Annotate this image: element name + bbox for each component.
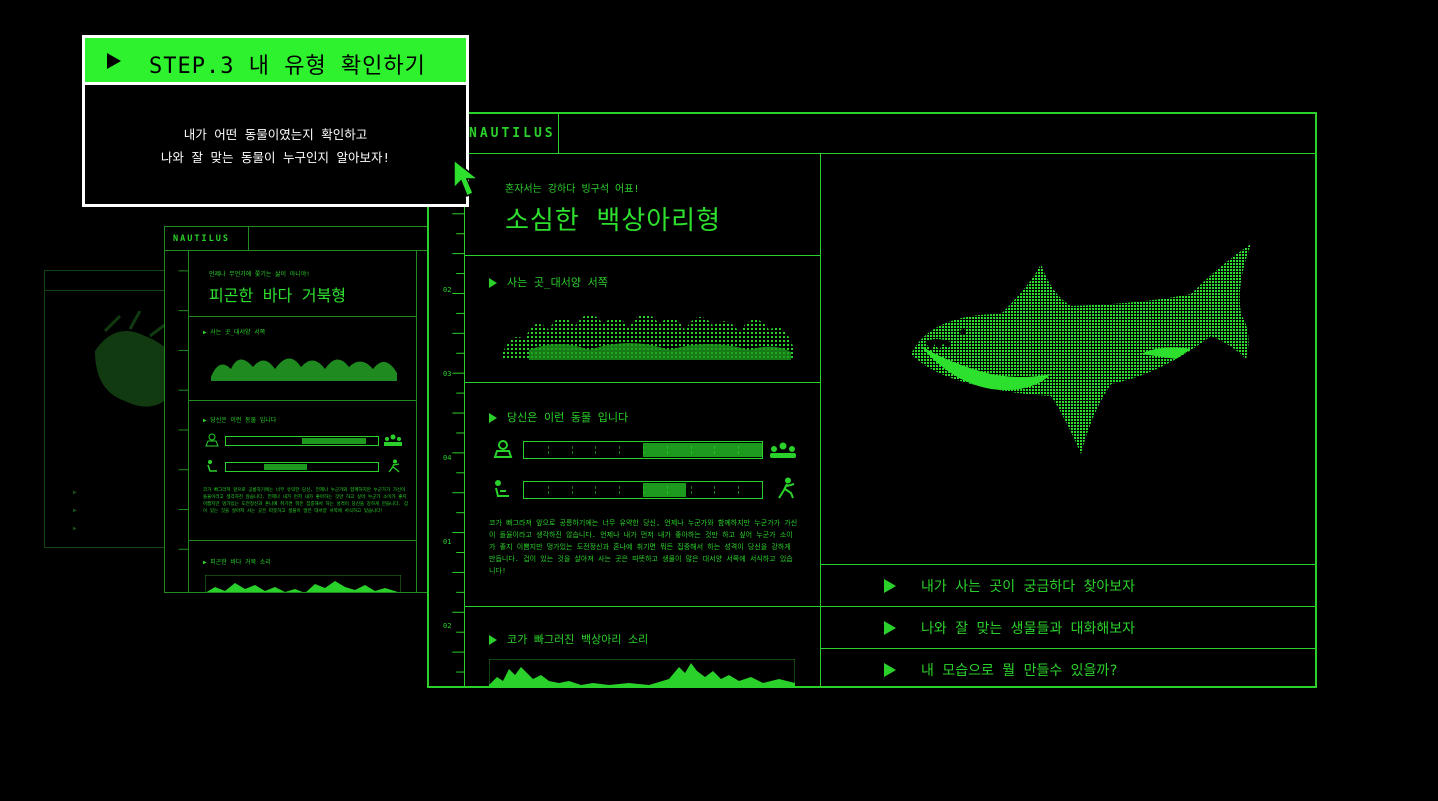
mid-logo: NAUTILUS <box>165 227 249 251</box>
mid-activity-meter <box>225 462 379 472</box>
ruler-label: 04 <box>443 454 452 462</box>
menu-item-find-habitat[interactable]: 내가 사는 곳이 궁금하다 찾아보자 <box>821 564 1315 606</box>
result-description: 코가 빠그라져 앞으로 공릉하기에는 너무 유약한 당신, 언제나 누군가와 함… <box>489 519 798 575</box>
far-panel-header <box>45 271 183 291</box>
meter-tick <box>643 446 644 454</box>
mid-tagline: 언제나 무언가에 쫓기는 삶이 아니야! <box>209 271 310 278</box>
menu-item-label: 내 모습으로 뭘 만들수 있을까? <box>921 663 1118 679</box>
step-popup-body: 내가 어떤 동물이였는지 확인하고 나와 잘 맞는 동물이 누구인지 알아보자! <box>85 85 466 169</box>
habitat-label: 사는 곳_대서양 서쪽 <box>489 274 608 290</box>
animal-traits-section: 당신은 이런 동물 입니다 코가 빠그라져 앞으로 공릉하기에는 너무 유약한 … <box>465 383 821 607</box>
sound-waveform[interactable] <box>489 659 795 688</box>
step-line-2: 나와 잘 맞는 동물이 누구인지 알아보자! <box>160 150 391 165</box>
mid-social-meter <box>225 436 379 446</box>
activity-meter <box>523 481 763 499</box>
meter-tick <box>548 446 549 454</box>
meter-tick <box>738 446 739 454</box>
menu-item-chat-creatures[interactable]: 나와 잘 맞는 생물들과 대화해보자 <box>821 606 1315 648</box>
animal-label: 당신은 이런 동물 입니다 <box>489 409 628 425</box>
step-popup: STEP.3 내 유형 확인하기 내가 어떤 동물이였는지 확인하고 나와 잘 … <box>82 35 469 207</box>
mid-ruler <box>165 251 189 592</box>
person-icon <box>493 440 513 458</box>
mid-habitat-section: ▶ 사는 곳_대서양 서쪽 <box>189 317 417 401</box>
far-menu-item: ▶ <box>73 525 77 532</box>
ruler-label: 01 <box>443 538 452 546</box>
far-menu-item: ▶ <box>73 507 77 514</box>
mid-sound-waveform <box>205 575 401 592</box>
meter-tick <box>643 486 644 494</box>
seated-person-icon <box>495 480 509 497</box>
mid-habitat-label: ▶ 사는 곳_대서양 서쪽 <box>203 329 266 336</box>
seated-person-icon <box>207 460 217 472</box>
mid-animal-label: ▶ 당신은 이런 동물 입니다 <box>203 417 277 424</box>
ruler-label: 03 <box>443 370 452 378</box>
cursor-arrow-icon <box>453 158 481 198</box>
far-menu-item: ▶ <box>73 489 77 496</box>
meter-tick <box>691 486 692 494</box>
meter-tick <box>714 486 715 494</box>
mid-panel-header: NAUTILUS <box>165 227 433 251</box>
reef-image <box>211 358 397 381</box>
mid-sound-label: ▶ 피곤한 바다 거북 소리 <box>203 559 271 566</box>
meter-tick <box>619 446 620 454</box>
mid-sound-section: ▶ 피곤한 바다 거북 소리 <box>189 541 417 592</box>
meter-tick <box>714 446 715 454</box>
meter-tick <box>691 446 692 454</box>
play-triangle-icon <box>884 621 896 635</box>
play-triangle-icon <box>489 635 497 645</box>
result-info-column: 혼자서는 강하다 빙구석 어표! 소심한 백상아리형 사는 곳_대서양 서쪽 당… <box>465 154 821 686</box>
mid-description: 코가 빠그라져 앞으로 공릉하기에는 너무 유약한 당신, 언제나 누군가와 함… <box>203 488 408 514</box>
sound-label: 코가 빠그러진 백상아리 소리 <box>489 631 648 647</box>
meter-tick <box>595 486 596 494</box>
result-panel-header: NAUTILUS <box>429 114 1315 154</box>
meter-tick <box>595 446 596 454</box>
result-panel: NAUTILUS 02 03 04 01 02 혼자서는 강하다 빙구석 어표!… <box>427 112 1317 688</box>
shark-image <box>911 244 1251 454</box>
meter-tick <box>619 486 620 494</box>
background-panel-mid: NAUTILUS 언제나 무언가에 쫓기는 삶이 아니야! 피곤한 바다 거북형… <box>164 226 434 593</box>
play-triangle-icon <box>884 579 896 593</box>
mid-title: 피곤한 바다 거북형 <box>209 286 347 305</box>
active-person-icon <box>388 459 400 473</box>
mid-info-column: 언제나 무언가에 쫓기는 삶이 아니야! 피곤한 바다 거북형 ▶ 사는 곳_대… <box>189 251 417 592</box>
group-icon <box>770 442 796 458</box>
meter-tick <box>548 486 549 494</box>
group-icon <box>384 434 402 446</box>
meter-tick <box>572 486 573 494</box>
vertical-ruler: 02 03 04 01 02 <box>429 154 465 686</box>
result-tagline: 혼자서는 강하다 빙구석 어표! <box>505 184 640 195</box>
play-triangle-icon <box>107 53 121 69</box>
meter-tick <box>572 446 573 454</box>
menu-item-label: 나와 잘 맞는 생물들과 대화해보자 <box>921 621 1136 637</box>
active-person-icon <box>778 477 795 499</box>
mid-animal-section: ▶ 당신은 이런 동물 입니다 코가 빠그라져 앞으로 공릉하기에는 너무 유약… <box>189 401 417 541</box>
reef-image <box>503 313 793 360</box>
ruler-label: 02 <box>443 286 452 294</box>
result-title-section: 혼자서는 강하다 빙구석 어표! 소심한 백상아리형 <box>465 154 821 256</box>
step-popup-titlebar: STEP.3 내 유형 확인하기 <box>85 38 466 85</box>
play-triangle-icon <box>884 663 896 677</box>
play-triangle-icon <box>489 413 497 423</box>
far-panel-menu: ▶ ▶ ▶ <box>73 489 77 543</box>
step-line-1: 내가 어떤 동물이였는지 확인하고 <box>183 127 368 142</box>
sound-section: 코가 빠그러진 백상아리 소리 <box>465 607 821 688</box>
background-panel-far: ▶ ▶ ▶ <box>44 270 184 548</box>
result-title: 소심한 백상아리형 <box>505 206 722 236</box>
menu-item-make-something[interactable]: 내 모습으로 뭘 만들수 있을까? <box>821 648 1315 686</box>
social-meter <box>523 441 763 459</box>
meter-tick <box>667 446 668 454</box>
play-triangle-icon <box>489 278 497 288</box>
mid-title-section: 언제나 무언가에 쫓기는 삶이 아니야! 피곤한 바다 거북형 <box>189 251 417 317</box>
ruler-label: 02 <box>443 622 452 630</box>
step-title: STEP.3 내 유형 확인하기 <box>149 54 426 79</box>
menu-item-label: 내가 사는 곳이 궁금하다 찾아보자 <box>921 579 1136 595</box>
person-icon <box>205 433 219 447</box>
habitat-section: 사는 곳_대서양 서쪽 <box>465 256 821 383</box>
meter-tick <box>738 486 739 494</box>
meter-tick <box>667 486 668 494</box>
result-visual-area: 내가 사는 곳이 궁금하다 찾아보자 나와 잘 맞는 생물들과 대화해보자 내 … <box>821 154 1315 686</box>
